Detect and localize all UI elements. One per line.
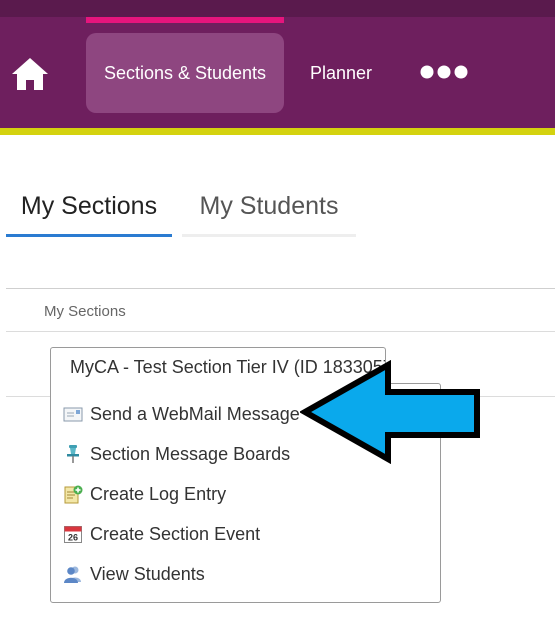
nav-planner-label: Planner <box>309 62 373 83</box>
tab-my-students-label: My Students <box>199 191 339 220</box>
active-nav-indicator <box>86 17 284 23</box>
students-icon <box>63 564 83 584</box>
tab-my-sections-label: My Sections <box>20 191 158 220</box>
divider <box>6 288 555 289</box>
menu-item-label: Section Message Boards <box>90 443 291 464</box>
menu-item-message-boards[interactable]: Section Message Boards <box>63 440 290 468</box>
home-button[interactable] <box>6 50 54 98</box>
menu-item-create-section-event[interactable]: 26 Create Section Event <box>63 520 260 548</box>
menu-item-label: Create Section Event <box>90 523 261 544</box>
envelope-icon <box>63 404 83 424</box>
menu-item-label: View Students <box>90 563 205 584</box>
inactive-tab-indicator <box>182 234 356 237</box>
nav-underline <box>0 128 555 135</box>
pushpin-icon <box>63 444 83 464</box>
log-add-icon <box>63 484 83 504</box>
section-list-header: My Sections <box>44 303 126 320</box>
menu-item-view-students[interactable]: View Students <box>63 560 205 588</box>
view-tabs: My Sections My Students <box>0 175 555 245</box>
menu-item-create-log-entry[interactable]: Create Log Entry <box>63 480 226 508</box>
menu-item-label: Send a WebMail Message <box>90 403 300 424</box>
menu-item-label: Create Log Entry <box>90 483 227 504</box>
nav-sections-students[interactable]: Sections & Students <box>86 33 284 113</box>
nav-planner[interactable]: Planner <box>296 33 386 113</box>
active-tab-indicator <box>6 234 172 237</box>
divider <box>6 331 555 332</box>
svg-text:26: 26 <box>68 533 78 543</box>
home-icon <box>12 58 48 90</box>
menu-item-send-webmail[interactable]: Send a WebMail Message <box>63 400 300 428</box>
top-nav-bar: Sections & Students Planner <box>0 0 555 128</box>
top-strip <box>0 0 555 17</box>
annotation-arrow-icon <box>300 360 480 464</box>
nav-sections-students-label: Sections & Students <box>103 62 267 83</box>
more-dots-icon <box>420 65 468 79</box>
tab-my-sections[interactable]: My Sections <box>6 175 172 237</box>
calendar-icon: 26 <box>63 524 83 544</box>
more-menu-button[interactable] <box>400 52 488 92</box>
tab-my-students[interactable]: My Students <box>182 175 356 237</box>
